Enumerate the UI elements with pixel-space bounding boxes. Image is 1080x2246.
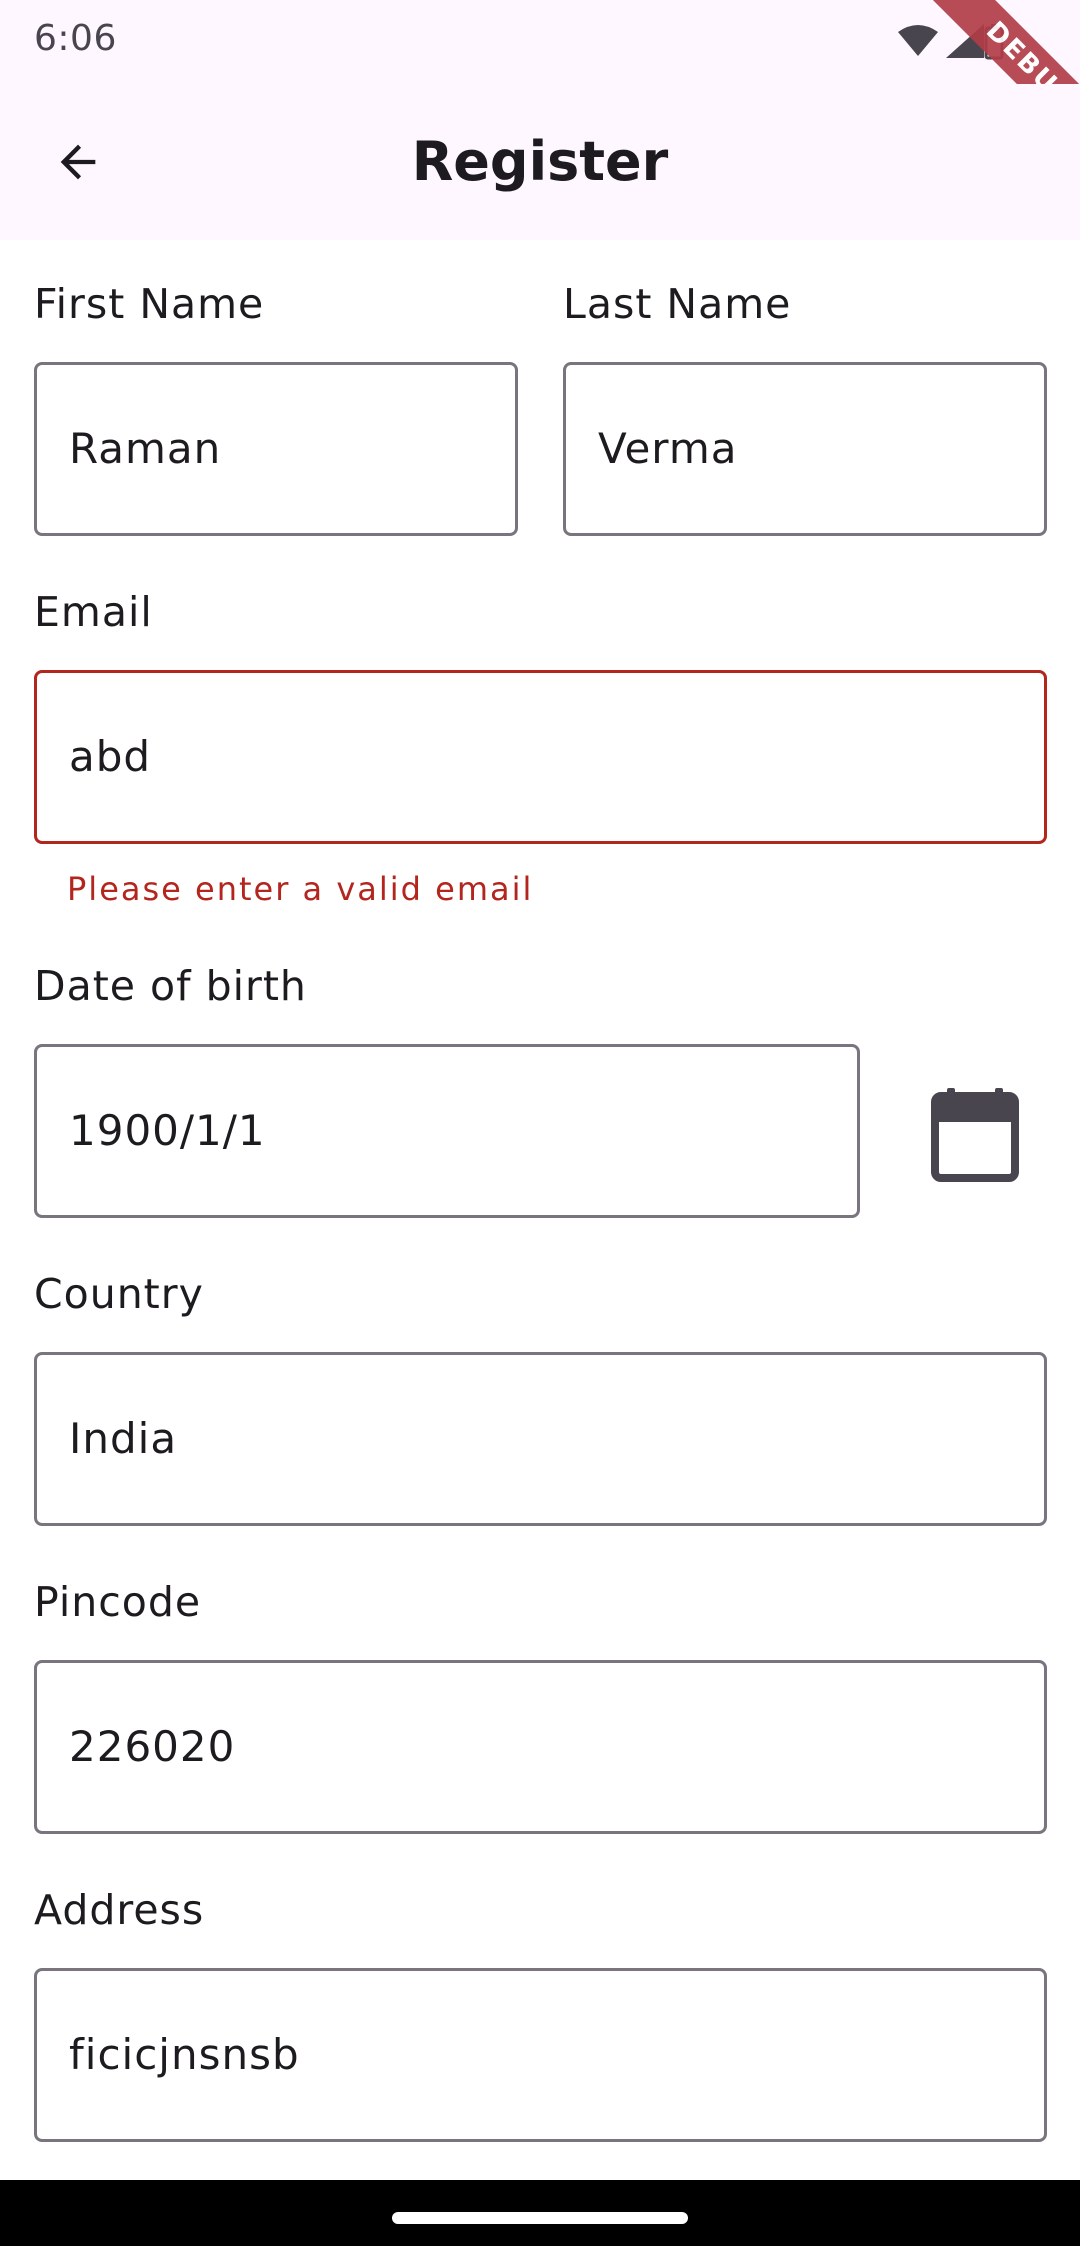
- status-time: 6:06: [34, 18, 117, 59]
- home-indicator[interactable]: [392, 2212, 688, 2224]
- app-bar: Register: [0, 84, 1080, 240]
- navigation-bar: [0, 2180, 1080, 2246]
- dob-field[interactable]: 1900/1/1: [34, 1044, 860, 1218]
- first-name-field[interactable]: Raman: [34, 362, 518, 536]
- last-name-field[interactable]: Verma: [563, 362, 1047, 536]
- pincode-label: Pincode: [34, 1578, 202, 1626]
- email-field[interactable]: abd: [34, 670, 1047, 844]
- country-label: Country: [34, 1270, 204, 1318]
- register-screen: 6:06 DEBUG Register First Name Raman Las…: [0, 0, 1080, 2246]
- country-field[interactable]: India: [34, 1352, 1047, 1526]
- calendar-icon: [931, 1088, 1019, 1182]
- last-name-label: Last Name: [563, 280, 792, 328]
- page-title: Register: [411, 130, 669, 193]
- email-error-text: Please enter a valid email: [67, 870, 534, 908]
- wifi-icon: [898, 25, 938, 56]
- email-label: Email: [34, 588, 153, 636]
- calendar-button[interactable]: [900, 1060, 1050, 1210]
- address-field[interactable]: ficicjnsnsb: [34, 1968, 1047, 2142]
- back-button[interactable]: [40, 124, 116, 200]
- first-name-label: First Name: [34, 280, 265, 328]
- status-bar: 6:06: [0, 0, 1080, 84]
- address-label: Address: [34, 1886, 205, 1934]
- pincode-field[interactable]: 226020: [34, 1660, 1047, 1834]
- dob-label: Date of birth: [34, 962, 307, 1010]
- arrow-back-icon: [60, 144, 96, 180]
